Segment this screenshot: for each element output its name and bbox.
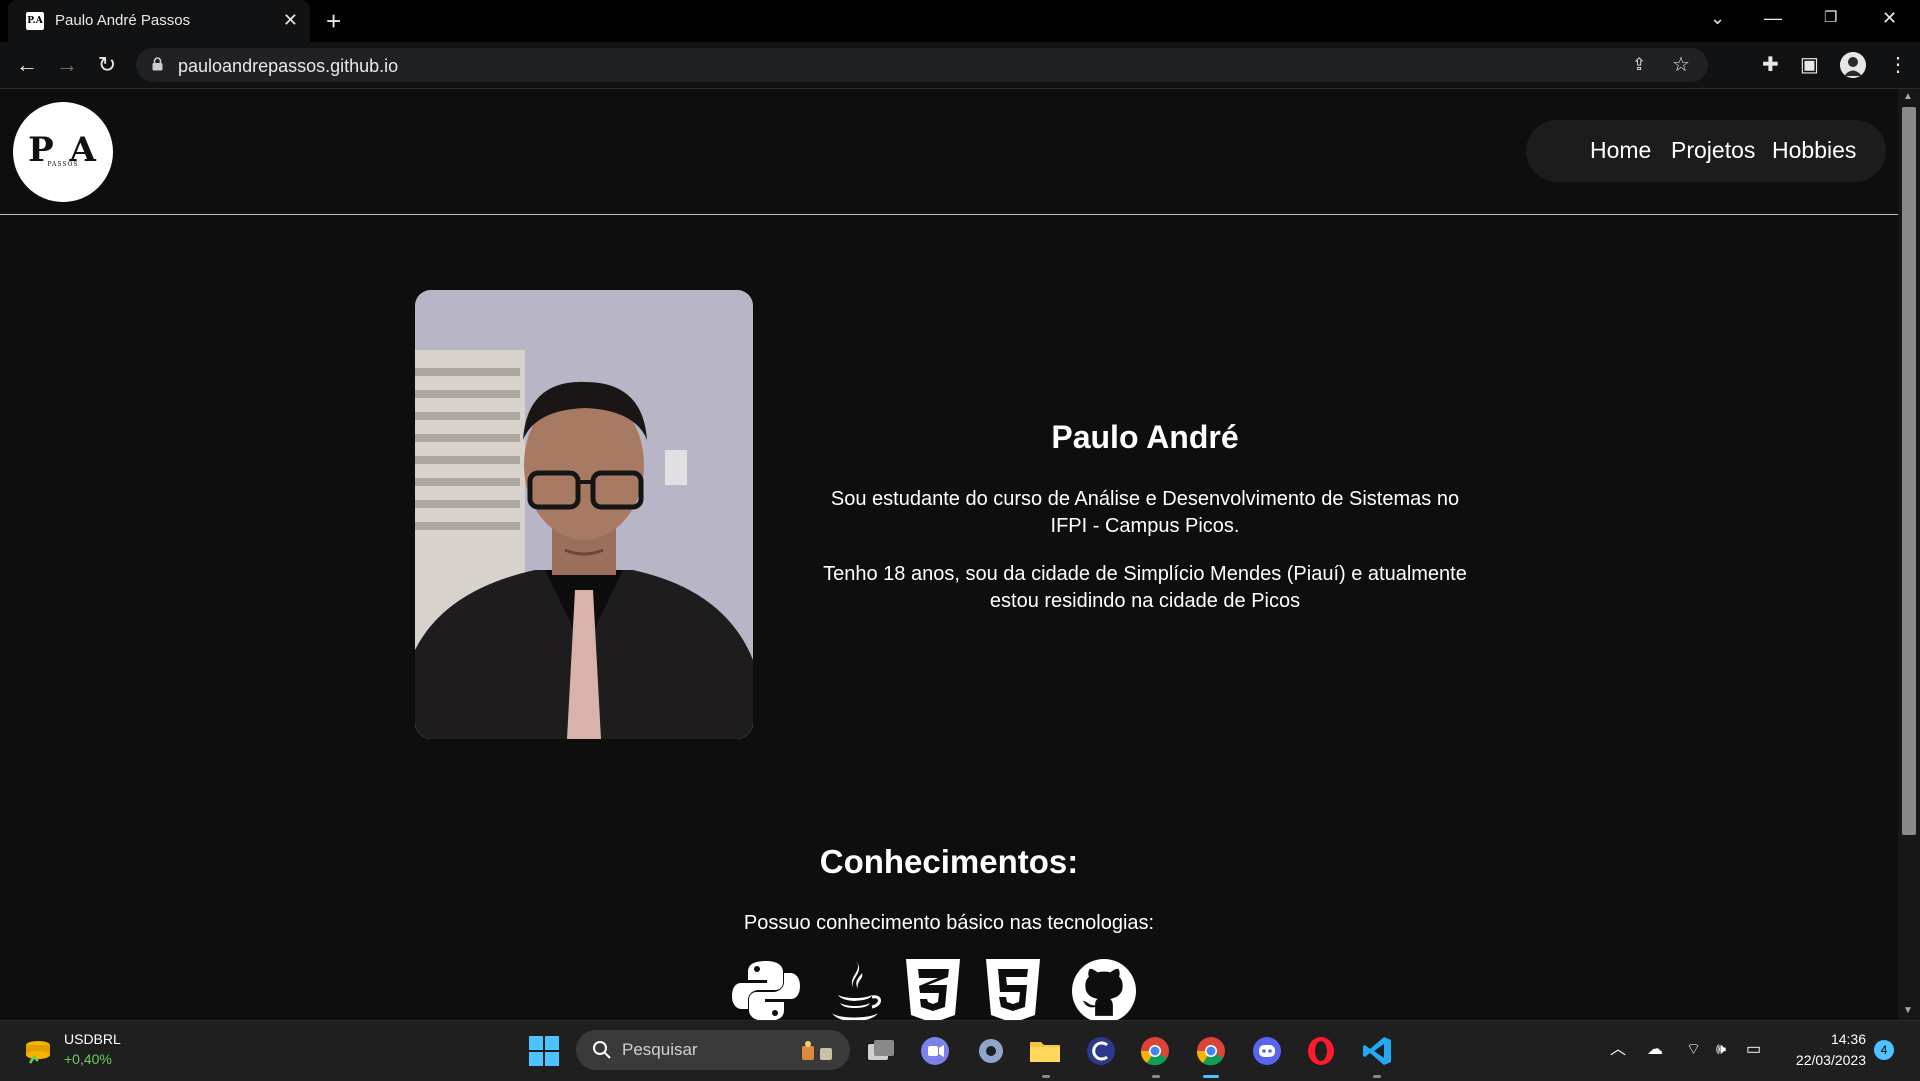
clock-date[interactable]: 22/03/2023 (1786, 1052, 1866, 1068)
share-icon[interactable]: ⇪ (1632, 53, 1646, 77)
skills-heading: Conhecimentos: (819, 843, 1079, 880)
taskbar-search[interactable]: Pesquisar (576, 1030, 850, 1070)
nav-projetos-link[interactable]: Projetos (1671, 137, 1755, 164)
browser-tab-strip: P.A Paulo André Passos ✕ + ⌄ — ❐ ✕ (0, 0, 1920, 42)
scroll-up-arrow-icon[interactable]: ▲ (1903, 91, 1913, 102)
reload-icon[interactable]: ↻ (92, 50, 122, 80)
github-icon (1072, 959, 1136, 1020)
teams-chat-icon[interactable] (918, 1034, 952, 1068)
java-icon (832, 961, 881, 1020)
task-view-icon[interactable] (864, 1034, 898, 1068)
tab-search-chevron-icon[interactable]: ⌄ (1710, 8, 1725, 28)
close-window-icon[interactable]: ✕ (1882, 8, 1897, 28)
settings-gear-icon[interactable] (974, 1034, 1008, 1068)
running-indicator (1042, 1075, 1050, 1078)
web-page: P A PASSOS Home Projetos Hobbies Paulo A… (0, 89, 1898, 1020)
browser-menu-icon[interactable]: ⋮ (1888, 52, 1908, 78)
widget-ticker[interactable]: USDBRL (64, 1031, 121, 1047)
minimize-icon[interactable]: — (1764, 8, 1782, 28)
active-app-indicator (1203, 1075, 1219, 1078)
profile-avatar[interactable] (1840, 52, 1866, 78)
intro-paragraph-1: Sou estudante do curso de Análise e Dese… (830, 488, 1460, 537)
extensions-puzzle-icon[interactable]: ✚ (1762, 52, 1779, 78)
intro-paragraph-2: Tenho 18 anos, sou da cidade de Simplíci… (823, 563, 1467, 612)
widget-change: +0,40% (64, 1051, 112, 1067)
header-divider (0, 214, 1898, 215)
close-tab-icon[interactable]: ✕ (283, 10, 298, 30)
browser-toolbar: ← → ↻ pauloandrepassos.github.io ☆ ⇪ ✚ ▣… (0, 42, 1920, 89)
search-highlight-icon (802, 1041, 832, 1060)
html5-icon (986, 959, 1040, 1020)
side-panel-icon[interactable]: ▣ (1800, 52, 1819, 78)
windows-start-icon[interactable] (527, 1034, 561, 1068)
restore-icon[interactable]: ❐ (1824, 8, 1837, 28)
search-icon (593, 1041, 611, 1059)
notification-badge[interactable]: 4 (1874, 1040, 1894, 1060)
volume-icon[interactable]: 🕪 (1716, 1039, 1726, 1061)
battery-icon[interactable]: ▭ (1746, 1039, 1761, 1061)
wifi-icon[interactable]: ⌔ (1686, 1039, 1701, 1061)
back-arrow-icon[interactable]: ← (12, 50, 42, 80)
main-nav: Home Projetos Hobbies (1526, 120, 1886, 182)
scroll-thumb[interactable] (1902, 107, 1916, 835)
logo-subtext: PASSOS (47, 161, 79, 168)
profile-photo (415, 290, 753, 739)
skills-description: Possuo conhecimento básico nas tecnologi… (743, 912, 1155, 934)
scroll-down-arrow-icon[interactable]: ▼ (1903, 1005, 1913, 1016)
file-explorer-icon[interactable] (1028, 1034, 1062, 1068)
tab-favicon-icon: P.A (26, 12, 44, 30)
nav-hobbies-link[interactable]: Hobbies (1772, 137, 1856, 164)
chrome-profile-icon[interactable] (1194, 1034, 1228, 1068)
url-text: pauloandrepassos.github.io (178, 56, 399, 76)
lock-icon (152, 57, 163, 71)
windows-taskbar: USDBRL +0,40% Pesquisar ︿ ☁ ⌔ 🕪 ▭ 14:36 … (0, 1020, 1920, 1081)
running-indicator (1152, 1075, 1160, 1078)
clock-time[interactable]: 14:36 (1828, 1031, 1866, 1047)
python-icon (732, 961, 800, 1020)
intro-name-heading: Paulo André (1051, 419, 1239, 455)
search-placeholder: Pesquisar (622, 1040, 698, 1059)
vscode-icon[interactable] (1360, 1034, 1394, 1068)
forward-arrow-icon[interactable]: → (52, 50, 82, 80)
stocks-widget-icon[interactable] (24, 1037, 52, 1065)
tab-title: Paulo André Passos (55, 12, 191, 29)
discord-icon[interactable] (1250, 1034, 1284, 1068)
onedrive-cloud-icon[interactable]: ☁ (1647, 1039, 1663, 1061)
address-bar[interactable]: pauloandrepassos.github.io ☆ ⇪ (136, 48, 1708, 82)
tray-overflow-chevron-icon[interactable]: ︿ (1610, 1039, 1626, 1061)
new-tab-icon[interactable]: + (326, 6, 341, 36)
browser-tab[interactable]: P.A Paulo André Passos ✕ (8, 0, 310, 42)
bookmark-star-icon[interactable]: ☆ (1672, 53, 1690, 77)
opera-icon[interactable] (1304, 1034, 1338, 1068)
site-logo[interactable]: P A PASSOS (13, 102, 113, 202)
page-scrollbar[interactable]: ▲ ▼ (1898, 89, 1920, 1020)
nav-home-link[interactable]: Home (1590, 137, 1651, 164)
chrome-icon[interactable] (1138, 1034, 1172, 1068)
running-indicator (1373, 1075, 1381, 1078)
css3-icon (906, 959, 960, 1020)
app-c-icon[interactable] (1084, 1034, 1118, 1068)
